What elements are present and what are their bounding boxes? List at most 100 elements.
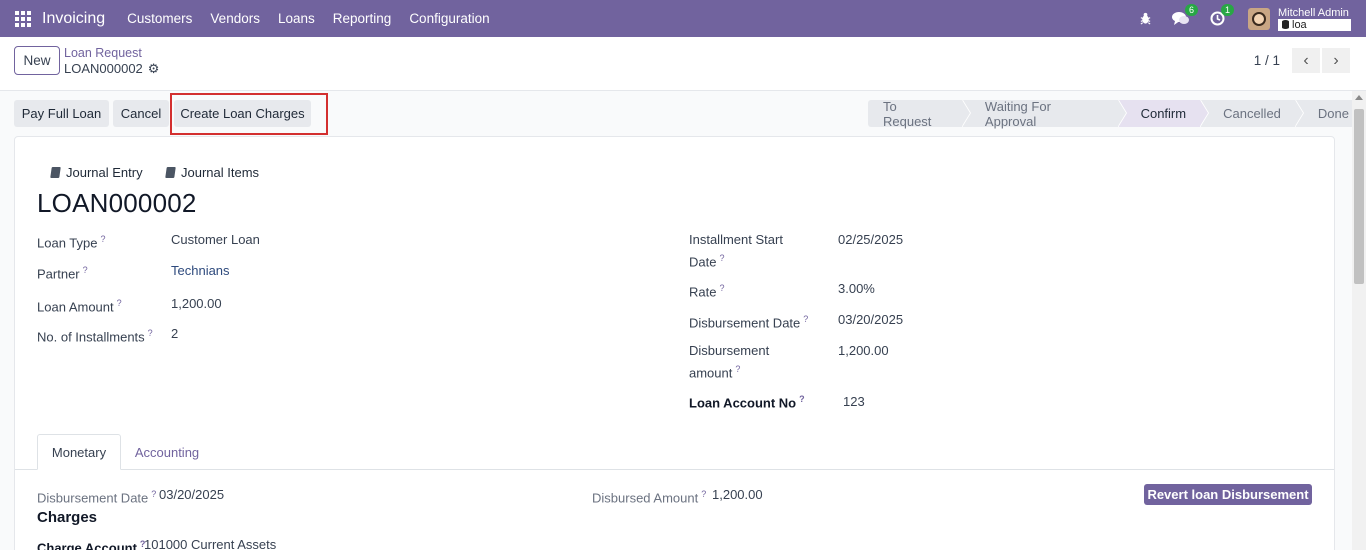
book-icon: [50, 167, 61, 178]
charges-section-title: Charges: [37, 509, 98, 526]
tab-monetary[interactable]: Monetary: [37, 434, 121, 470]
installment-start-date-label-line2: Date: [689, 254, 717, 270]
installments-value: 2: [171, 326, 179, 341]
app-brand[interactable]: Invoicing: [42, 10, 105, 28]
breadcrumb-current-label: LOAN000002: [64, 61, 143, 76]
installment-start-date-label-line1: Installment Start: [689, 232, 783, 247]
menu-vendors[interactable]: Vendors: [201, 11, 269, 26]
database-icon: [1282, 20, 1289, 29]
bug-icon[interactable]: [1136, 10, 1154, 28]
partner-label: Partner?: [37, 261, 88, 283]
disbursement-amount-label: Disbursement amount?: [689, 341, 769, 382]
menu-loans[interactable]: Loans: [269, 11, 324, 26]
status-bar: To Request Waiting For Approval Confirm …: [868, 99, 1366, 129]
rate-label-text: Rate: [689, 284, 717, 300]
help-icon[interactable]: ?: [719, 253, 724, 263]
control-panel: New Loan Request LOAN000002 ⚙ 1 / 1 ‹ ›: [0, 37, 1366, 91]
scrollbar-thumb[interactable]: [1354, 109, 1364, 284]
help-icon[interactable]: ?: [151, 489, 156, 499]
help-icon[interactable]: ?: [83, 265, 88, 275]
menu-reporting[interactable]: Reporting: [324, 11, 401, 26]
pager-value[interactable]: 1 / 1: [1254, 53, 1280, 68]
vertical-scrollbar[interactable]: [1352, 91, 1366, 550]
help-icon[interactable]: ?: [701, 489, 706, 499]
installment-start-date-value: 02/25/2025: [838, 232, 904, 247]
user-name: Mitchell Admin: [1278, 6, 1349, 19]
installment-start-date-label: Installment Start Date?: [689, 230, 783, 271]
loan-account-no-value[interactable]: 123: [843, 392, 865, 411]
loan-type-value: Customer Loan: [171, 232, 260, 247]
help-icon[interactable]: ?: [719, 283, 724, 293]
disbursement-date-value: 03/20/2025: [838, 312, 904, 327]
disbursement-date-label: Disbursement Date?: [689, 310, 808, 332]
journal-items-label: Journal Items: [181, 165, 260, 180]
scroll-up-icon[interactable]: [1355, 95, 1363, 100]
breadcrumb-parent-link[interactable]: Loan Request: [64, 46, 159, 61]
pager-next-button[interactable]: ›: [1322, 48, 1350, 73]
activities-count-badge: 1: [1220, 3, 1234, 16]
disbursement-amount-label-line1: Disbursement: [689, 343, 770, 358]
charge-account-value[interactable]: 101000 Current Assets: [144, 535, 276, 550]
disbursement-date-label-text: Disbursement Date: [689, 315, 801, 331]
messages-icon[interactable]: 6: [1172, 3, 1198, 28]
monetary-disbursement-date-label-text: Disbursement Date: [37, 490, 149, 506]
loan-type-label-text: Loan Type: [37, 235, 98, 251]
installments-label: No. of Installments?: [37, 324, 153, 346]
apps-menu-icon[interactable]: [15, 10, 31, 27]
book-icon: [165, 167, 176, 178]
systray: 6 1 Mitchell Admin loa: [1118, 0, 1351, 37]
rate-value: 3.00%: [838, 281, 875, 296]
menu-customers[interactable]: Customers: [118, 11, 201, 26]
activities-icon[interactable]: 1: [1208, 3, 1234, 28]
help-icon[interactable]: ?: [100, 234, 105, 244]
chevron-right-icon: ›: [1333, 51, 1339, 69]
help-icon[interactable]: ?: [117, 298, 122, 308]
cancel-button[interactable]: Cancel: [113, 100, 169, 127]
help-icon[interactable]: ?: [803, 314, 808, 324]
disbursement-amount-label-line2: amount: [689, 365, 733, 381]
pager-previous-button[interactable]: ‹: [1292, 48, 1320, 73]
database-badge: loa: [1278, 18, 1351, 31]
disbursed-amount-label: Disbursed Amount?: [592, 485, 706, 507]
loan-amount-value: 1,200.00: [171, 296, 222, 311]
loan-amount-label-text: Loan Amount: [37, 299, 114, 315]
stage-waiting-for-approval[interactable]: Waiting For Approval: [962, 99, 1127, 129]
journal-entry-label: Journal Entry: [66, 165, 143, 180]
tab-accounting[interactable]: Accounting: [121, 434, 213, 470]
menu-configuration[interactable]: Configuration: [400, 11, 498, 26]
loan-account-no-label: Loan Account No?: [689, 390, 805, 412]
stage-to-request[interactable]: To Request: [868, 99, 971, 129]
partner-label-text: Partner: [37, 266, 80, 282]
charge-account-label: Charge Account?: [37, 535, 145, 550]
gear-icon[interactable]: ⚙: [148, 61, 160, 76]
stage-cancelled[interactable]: Cancelled: [1201, 100, 1304, 127]
breadcrumb-current: LOAN000002 ⚙: [64, 61, 159, 76]
user-menu[interactable]: Mitchell Admin loa: [1278, 7, 1351, 31]
main-menu: Customers Vendors Loans Reporting Config…: [118, 11, 498, 26]
help-icon[interactable]: ?: [735, 364, 740, 374]
help-icon[interactable]: ?: [799, 394, 805, 404]
journal-entry-button[interactable]: Journal Entry: [50, 165, 143, 180]
top-navbar: Invoicing Customers Vendors Loans Report…: [0, 0, 1366, 37]
revert-loan-disbursement-button[interactable]: Revert loan Disbursement: [1144, 484, 1312, 505]
loan-account-no-label-text: Loan Account No: [689, 395, 797, 411]
disbursed-amount-label-text: Disbursed Amount: [592, 490, 699, 506]
pager: 1 / 1 ‹ ›: [1254, 48, 1350, 73]
messages-count-badge: 6: [1184, 3, 1198, 16]
record-title: LOAN000002: [37, 188, 197, 218]
user-avatar[interactable]: [1248, 7, 1270, 30]
help-icon[interactable]: ?: [148, 328, 153, 338]
chevron-left-icon: ‹: [1303, 51, 1309, 69]
installments-label-text: No. of Installments: [37, 329, 145, 345]
monetary-disbursement-date-label: Disbursement Date?: [37, 485, 156, 507]
loan-type-label: Loan Type?: [37, 230, 106, 252]
partner-link[interactable]: Technians: [171, 261, 230, 280]
breadcrumb: Loan Request LOAN000002 ⚙: [64, 46, 159, 76]
new-button[interactable]: New: [14, 46, 60, 75]
stage-confirm[interactable]: Confirm: [1118, 100, 1209, 127]
journal-items-button[interactable]: Journal Items: [165, 165, 260, 180]
pay-full-loan-button[interactable]: Pay Full Loan: [14, 100, 109, 127]
charge-account-label-text: Charge Account: [37, 540, 137, 550]
database-name: loa: [1292, 18, 1307, 31]
loan-amount-label: Loan Amount?: [37, 294, 122, 316]
